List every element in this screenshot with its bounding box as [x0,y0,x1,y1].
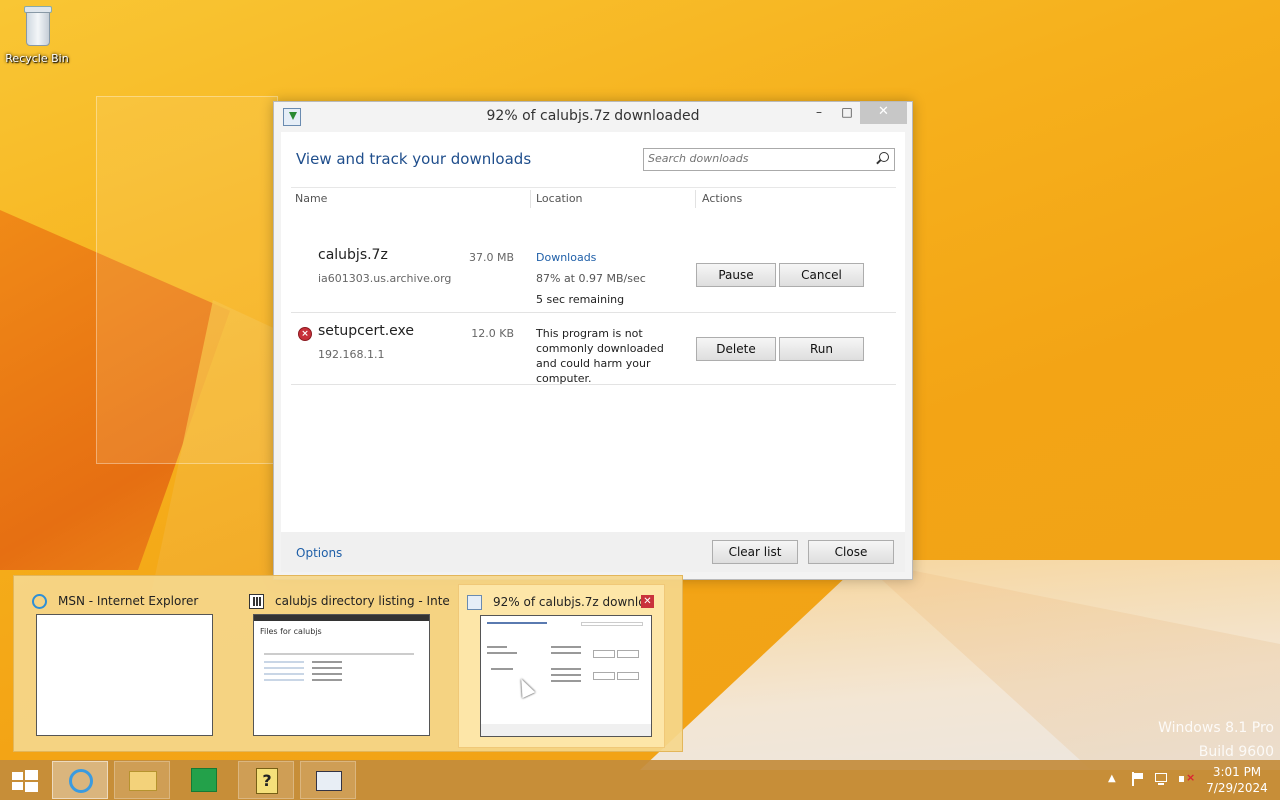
downloads-window: 92% of calubjs.7z downloaded – □ ✕ View … [273,101,913,580]
clock-time: 3:01 PM [1212,765,1262,779]
ie-icon [32,594,47,609]
network-icon[interactable] [1154,772,1168,786]
store-icon [191,768,217,792]
file-explorer-icon [129,771,157,791]
thumbnail-preview: Files for calubjs [253,614,430,736]
file-source: 192.168.1.1 [318,348,385,361]
taskbar-internet-explorer[interactable] [52,761,108,799]
taskbar-file-explorer[interactable] [114,761,170,799]
recycle-bin-icon [22,6,52,46]
divider [291,384,896,385]
column-separator [695,190,696,208]
file-size: 37.0 MB [468,251,514,264]
column-header-location: Location [536,192,583,205]
options-link[interactable]: Options [296,546,342,560]
time-remaining: 5 sec remaining [536,293,625,306]
start-button[interactable] [0,761,50,799]
close-icon[interactable]: ✕ [641,595,654,608]
thumbnail-title: MSN - Internet Explorer [58,594,199,608]
thumbnail-downloads[interactable]: 92% of calubjs.7z downloaded ✕ [458,584,665,748]
cancel-button[interactable]: Cancel [779,263,864,287]
column-separator [530,190,531,208]
thumbnail-preview [480,615,652,737]
downloads-content: View and track your downloads Name Locat… [281,132,905,532]
taskbar-help[interactable]: ? [238,761,294,799]
recycle-bin-label: Recycle Bin [5,52,69,65]
divider [291,187,896,188]
system-clock[interactable]: 3:01 PM 7/29/2024 [1198,764,1276,796]
internet-explorer-icon [69,769,93,793]
windows-watermark: Windows 8.1 Pro Build 9600 [1158,720,1274,760]
location-link[interactable]: Downloads [536,251,596,264]
file-name: calubjs.7z [318,247,388,263]
file-size: 12.0 KB [471,327,514,340]
thumbnail-title: calubjs directory listing - Intern... [275,594,450,608]
file-name: setupcert.exe [318,323,414,339]
thumbnail-title: 92% of calubjs.7z downloaded [493,595,643,609]
title-bar[interactable]: 92% of calubjs.7z downloaded – □ ✕ [274,102,912,132]
search-icon[interactable] [879,152,889,162]
clear-list-button[interactable]: Clear list [712,540,798,564]
taskbar: ? ▲ × 3:01 PM 7/29/2024 [0,760,1280,800]
search-input[interactable] [644,149,868,168]
column-header-name: Name [295,192,328,205]
file-source: ia601303.us.archive.org [318,272,452,285]
document-icon [249,594,264,609]
run-button[interactable]: Run [779,337,864,361]
thumbnail-calubjs-listing[interactable]: calubjs directory listing - Intern... Fi… [241,584,450,746]
delete-button[interactable]: Delete [696,337,776,361]
thumbnail-preview-heading: Files for calubjs [260,627,322,636]
search-box[interactable] [643,148,895,171]
taskbar-thumbnail-popup: MSN - Internet Explorer calubjs director… [13,575,683,752]
show-hidden-icons-chevron-icon[interactable]: ▲ [1108,772,1122,786]
download-icon [467,595,482,610]
page-title: View and track your downloads [296,150,532,168]
window-ghost-frame [96,96,278,464]
download-progress-text: 87% at 0.97 MB/sec [536,272,646,285]
start-icon [12,770,38,792]
minimize-button[interactable]: – [804,102,834,124]
taskbar-store[interactable] [176,761,232,799]
volume-muted-icon[interactable]: × [1178,772,1195,786]
download-manager-icon [316,771,342,791]
pause-button[interactable]: Pause [696,263,776,287]
security-warning-text: This program is not commonly downloaded … [536,327,664,385]
divider [291,312,896,313]
thumbnail-preview [36,614,213,736]
security-warning-icon: × [298,327,312,341]
close-button[interactable]: Close [808,540,894,564]
maximize-button[interactable]: □ [832,102,862,124]
help-icon: ? [256,768,278,794]
close-window-button[interactable]: ✕ [860,102,907,124]
recycle-bin[interactable]: Recycle Bin [4,6,70,65]
action-center-flag-icon[interactable] [1130,772,1144,786]
downloads-footer: Options Clear list Close [281,532,905,572]
taskbar-download-manager[interactable] [300,761,356,799]
thumbnail-msn-ie[interactable]: MSN - Internet Explorer [24,584,229,746]
column-header-actions: Actions [702,192,743,205]
clock-date: 7/29/2024 [1206,781,1268,795]
